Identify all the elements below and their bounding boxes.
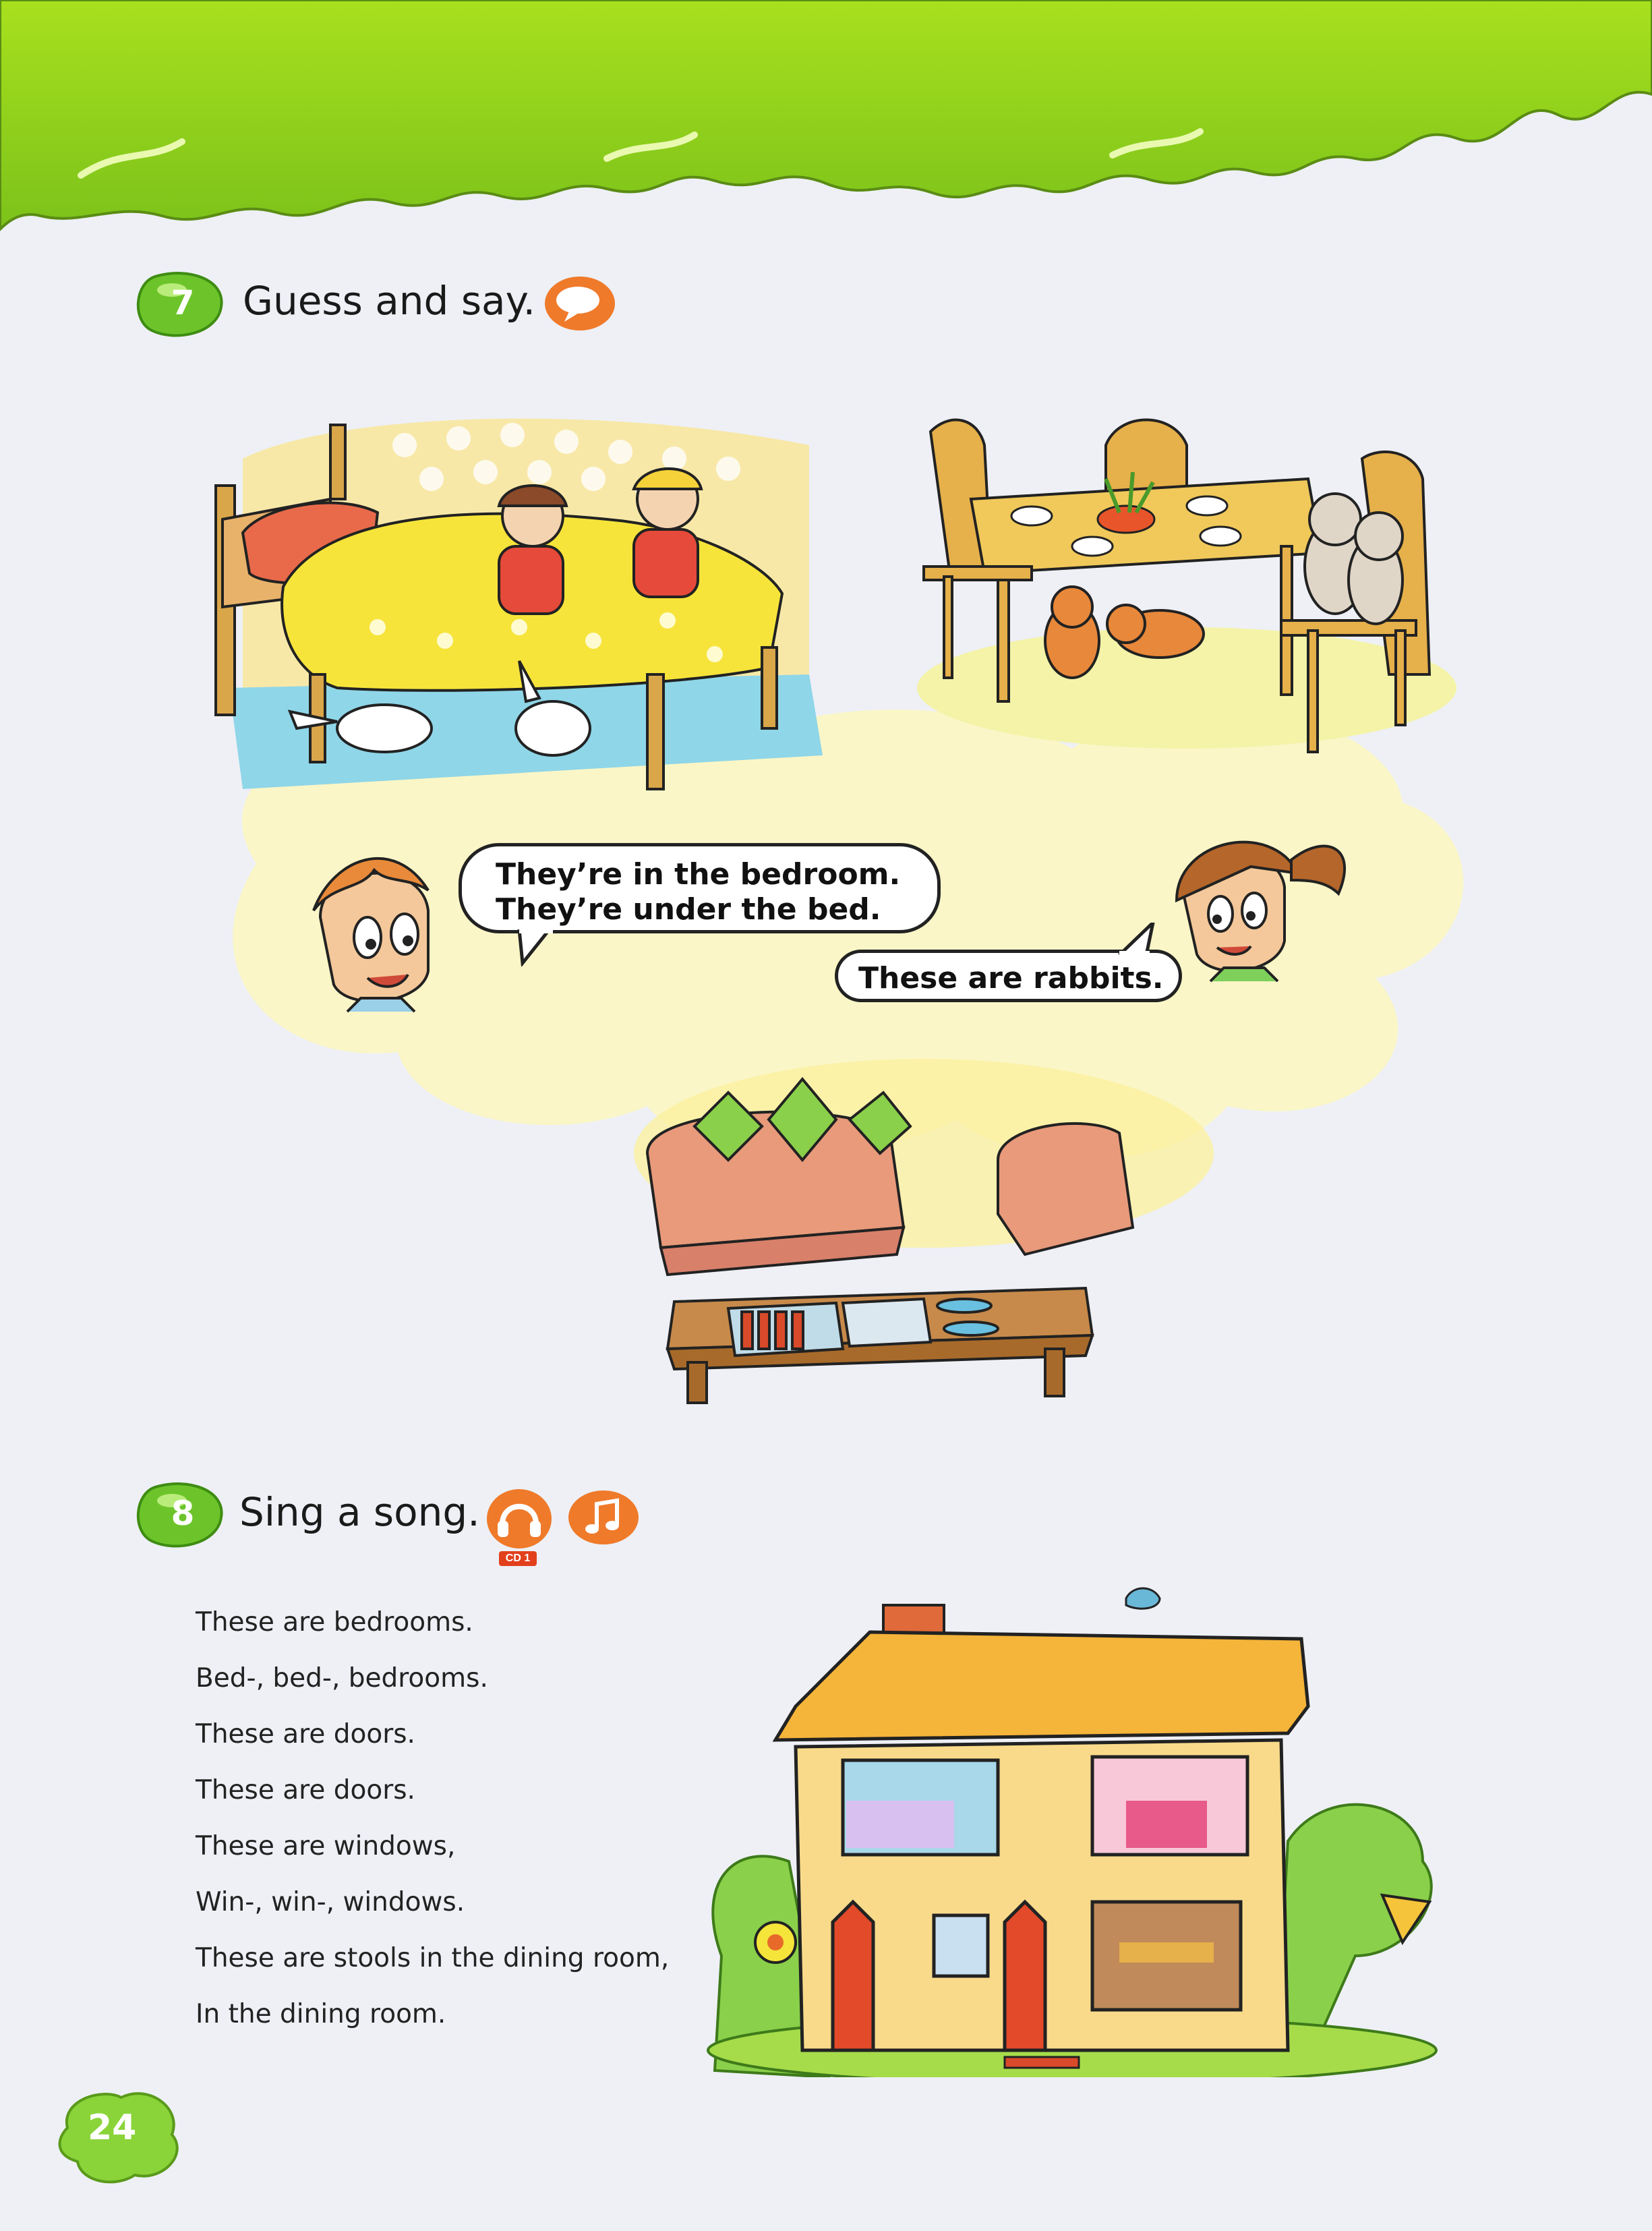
boy-speech-line-2: They’re under the bed. — [496, 892, 881, 927]
lyric-line-4: These are doors. — [196, 1775, 415, 1805]
headphones-icon[interactable] — [485, 1487, 553, 1551]
girl-bubble-tail — [1118, 923, 1155, 955]
speech-bubble-icon — [545, 277, 615, 330]
music-note-icon — [568, 1490, 639, 1544]
boy-bubble-tail — [517, 929, 553, 966]
header-slime-band — [0, 0, 1652, 231]
cd-label: CD 1 — [499, 1551, 537, 1566]
boy-speech-line-1: They’re in the bedroom. — [496, 857, 901, 892]
boy-character — [312, 857, 430, 1013]
exercise-7-number: 7 — [171, 283, 195, 322]
dining-room-illustration — [917, 418, 1456, 753]
lyric-line-8: In the dining room. — [196, 1999, 446, 2029]
girl-speech-bubble: These are rabbits. — [835, 950, 1182, 1002]
lyric-line-1: These are bedrooms. — [196, 1607, 473, 1638]
house-illustration — [707, 1587, 1438, 2077]
page-number: 24 — [88, 2108, 137, 2148]
exercise-8-title: Sing a song. — [239, 1489, 480, 1535]
girl-speech-text: These are rabbits. — [858, 961, 1164, 995]
bedroom-illustration — [214, 418, 823, 790]
lyric-line-6: Win-, win-, windows. — [196, 1887, 465, 1917]
girl-character — [1175, 840, 1347, 983]
living-room-illustration — [634, 1059, 1214, 1404]
exercise-8-number: 8 — [171, 1494, 195, 1533]
exercise-7-title: Guess and say. — [243, 278, 536, 324]
lyric-line-5: These are windows, — [196, 1831, 456, 1861]
lyric-line-7: These are stools in the dining room, — [196, 1943, 670, 1973]
lyric-line-2: Bed-, bed-, bedrooms. — [196, 1663, 488, 1693]
lyric-line-3: These are doors. — [196, 1719, 415, 1749]
boy-speech-bubble: They’re in the bedroom. They’re under th… — [459, 843, 941, 933]
